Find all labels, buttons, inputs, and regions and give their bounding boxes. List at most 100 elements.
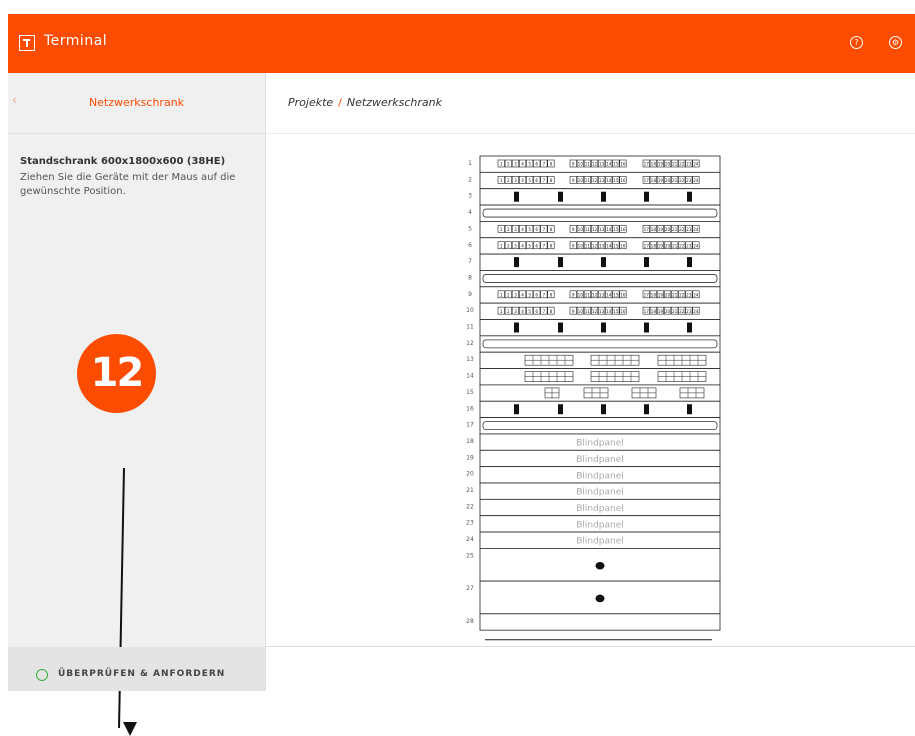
patch-port-label: 6 <box>535 227 538 232</box>
patch-port-label: 12 <box>592 162 598 167</box>
annotation-arrow-head <box>123 722 137 736</box>
rack-unit-number: 20 <box>466 471 474 478</box>
review-request-button[interactable]: ÜBERPRÜFEN & ANFORDERN <box>8 647 265 691</box>
patch-port-label: 3 <box>514 292 517 297</box>
rack-unit-shelf[interactable] <box>479 613 721 631</box>
rack-unit-number: 10 <box>466 307 474 314</box>
patch-port-label: 23 <box>686 243 692 248</box>
cable-manager-bar <box>601 257 606 268</box>
patch-port-label: 16 <box>620 178 626 183</box>
patch-port-label: 19 <box>658 227 664 232</box>
device-indicator-dot <box>595 594 605 603</box>
rack-diagram: 1 1 2 3 4 5 6 7 8 9 10 11 12 13 14 15 16 17 18 19 20 21 22 23 24… <box>466 155 721 641</box>
breadcrumb-projects[interactable]: Projekte <box>288 96 333 109</box>
patch-port-label: 7 <box>543 227 546 232</box>
blank-bar <box>482 274 718 283</box>
cable-manager-bar <box>687 191 692 202</box>
patch-port-label: 21 <box>672 178 678 183</box>
app-title: Terminal <box>44 33 108 49</box>
cable-manager-bar <box>601 191 606 202</box>
blindpanel-label: Blindpanel <box>576 520 624 530</box>
patch-port-label: 5 <box>528 178 531 183</box>
rack-unit-number: 15 <box>466 389 474 396</box>
patch-port-label: 1 <box>500 243 503 248</box>
patch-port-label: 1 <box>500 162 503 167</box>
help-icon[interactable]: ? <box>850 36 863 49</box>
patch-port-label: 24 <box>693 292 699 297</box>
patch-port-label: 4 <box>521 178 524 183</box>
footer-divider <box>265 646 915 647</box>
patch-port-label: 4 <box>521 227 524 232</box>
patch-port-label: 13 <box>599 178 605 183</box>
cable-manager-bar <box>687 257 692 268</box>
patch-port-label: 22 <box>679 292 685 297</box>
patch-port-label: 1 <box>500 309 503 314</box>
rack-unit-number: 11 <box>466 324 474 331</box>
cable-manager-bar <box>601 322 606 333</box>
patch-port-label: 16 <box>620 309 626 314</box>
rack-unit-number: 8 <box>468 274 472 281</box>
cable-manager-bar <box>687 322 692 333</box>
cable-manager-bar <box>558 191 563 202</box>
rack-unit-number: 22 <box>466 503 474 510</box>
patch-port-label: 12 <box>592 309 598 314</box>
patch-port-label: 21 <box>672 292 678 297</box>
patch-port-label: 23 <box>686 227 692 232</box>
rack-unit-number: 9 <box>468 291 472 298</box>
patch-port-label: 15 <box>613 178 619 183</box>
patch-port-label: 7 <box>543 178 546 183</box>
patch-port-label: 6 <box>535 178 538 183</box>
patch-port-label: 12 <box>592 178 598 183</box>
rack-unit-number: 6 <box>468 242 472 249</box>
breadcrumb: Projekte / Netzwerkschrank <box>288 96 442 109</box>
patch-port-label: 4 <box>521 292 524 297</box>
patch-port-label: 10 <box>578 292 584 297</box>
device-indicator-dot <box>595 561 605 570</box>
patch-port-label: 13 <box>599 227 605 232</box>
patch-port-label: 22 <box>679 178 685 183</box>
patch-port-label: 7 <box>543 309 546 314</box>
patch-port-label: 15 <box>613 227 619 232</box>
patch-port-label: 11 <box>585 292 591 297</box>
patch-port-label: 11 <box>585 309 591 314</box>
rack-unit-number: 23 <box>466 520 474 527</box>
patch-port-label: 7 <box>543 162 546 167</box>
patch-port-label: 18 <box>651 162 657 167</box>
sidebar-header: ‹ Netzwerkschrank <box>8 73 265 134</box>
blank-bar <box>482 421 718 431</box>
patch-port-label: 10 <box>578 162 584 167</box>
patch-port-label: 5 <box>528 243 531 248</box>
patch-port-label: 9 <box>572 227 575 232</box>
patch-port-label: 24 <box>693 243 699 248</box>
rack-unit-number: 12 <box>466 340 474 347</box>
patch-port-label: 3 <box>514 178 517 183</box>
patch-port-label: 17 <box>644 227 650 232</box>
cable-manager-bar <box>514 191 519 202</box>
patch-port-label: 15 <box>613 162 619 167</box>
patch-port-label: 11 <box>585 243 591 248</box>
patch-port-label: 9 <box>572 292 575 297</box>
patch-port-label: 22 <box>679 243 685 248</box>
patch-port-label: 14 <box>606 162 612 167</box>
patch-port-label: 23 <box>686 178 692 183</box>
rack-unit-number: 1 <box>468 160 472 167</box>
patch-port-label: 18 <box>651 243 657 248</box>
patch-port-label: 17 <box>644 243 650 248</box>
settings-icon[interactable]: ⚙ <box>889 36 902 49</box>
patch-port-label: 16 <box>620 292 626 297</box>
patch-port-label: 8 <box>550 292 553 297</box>
patch-port-label: 23 <box>686 162 692 167</box>
patch-port-label: 16 <box>620 227 626 232</box>
blank-bar <box>482 339 718 349</box>
patch-port-label: 19 <box>658 162 664 167</box>
cable-manager-bar <box>514 322 519 333</box>
sidebar: ‹ Netzwerkschrank Standschrank 600x1800x… <box>8 73 266 736</box>
blindpanel-label: Blindpanel <box>576 439 624 449</box>
cable-manager-bar <box>644 257 649 268</box>
blindpanel-label: Blindpanel <box>576 488 624 498</box>
sidebar-title: Netzwerkschrank <box>88 96 185 109</box>
blank-bar <box>482 208 718 218</box>
patch-port-label: 4 <box>521 162 524 167</box>
blindpanel-label: Blindpanel <box>576 537 624 547</box>
patch-port-label: 8 <box>550 178 553 183</box>
